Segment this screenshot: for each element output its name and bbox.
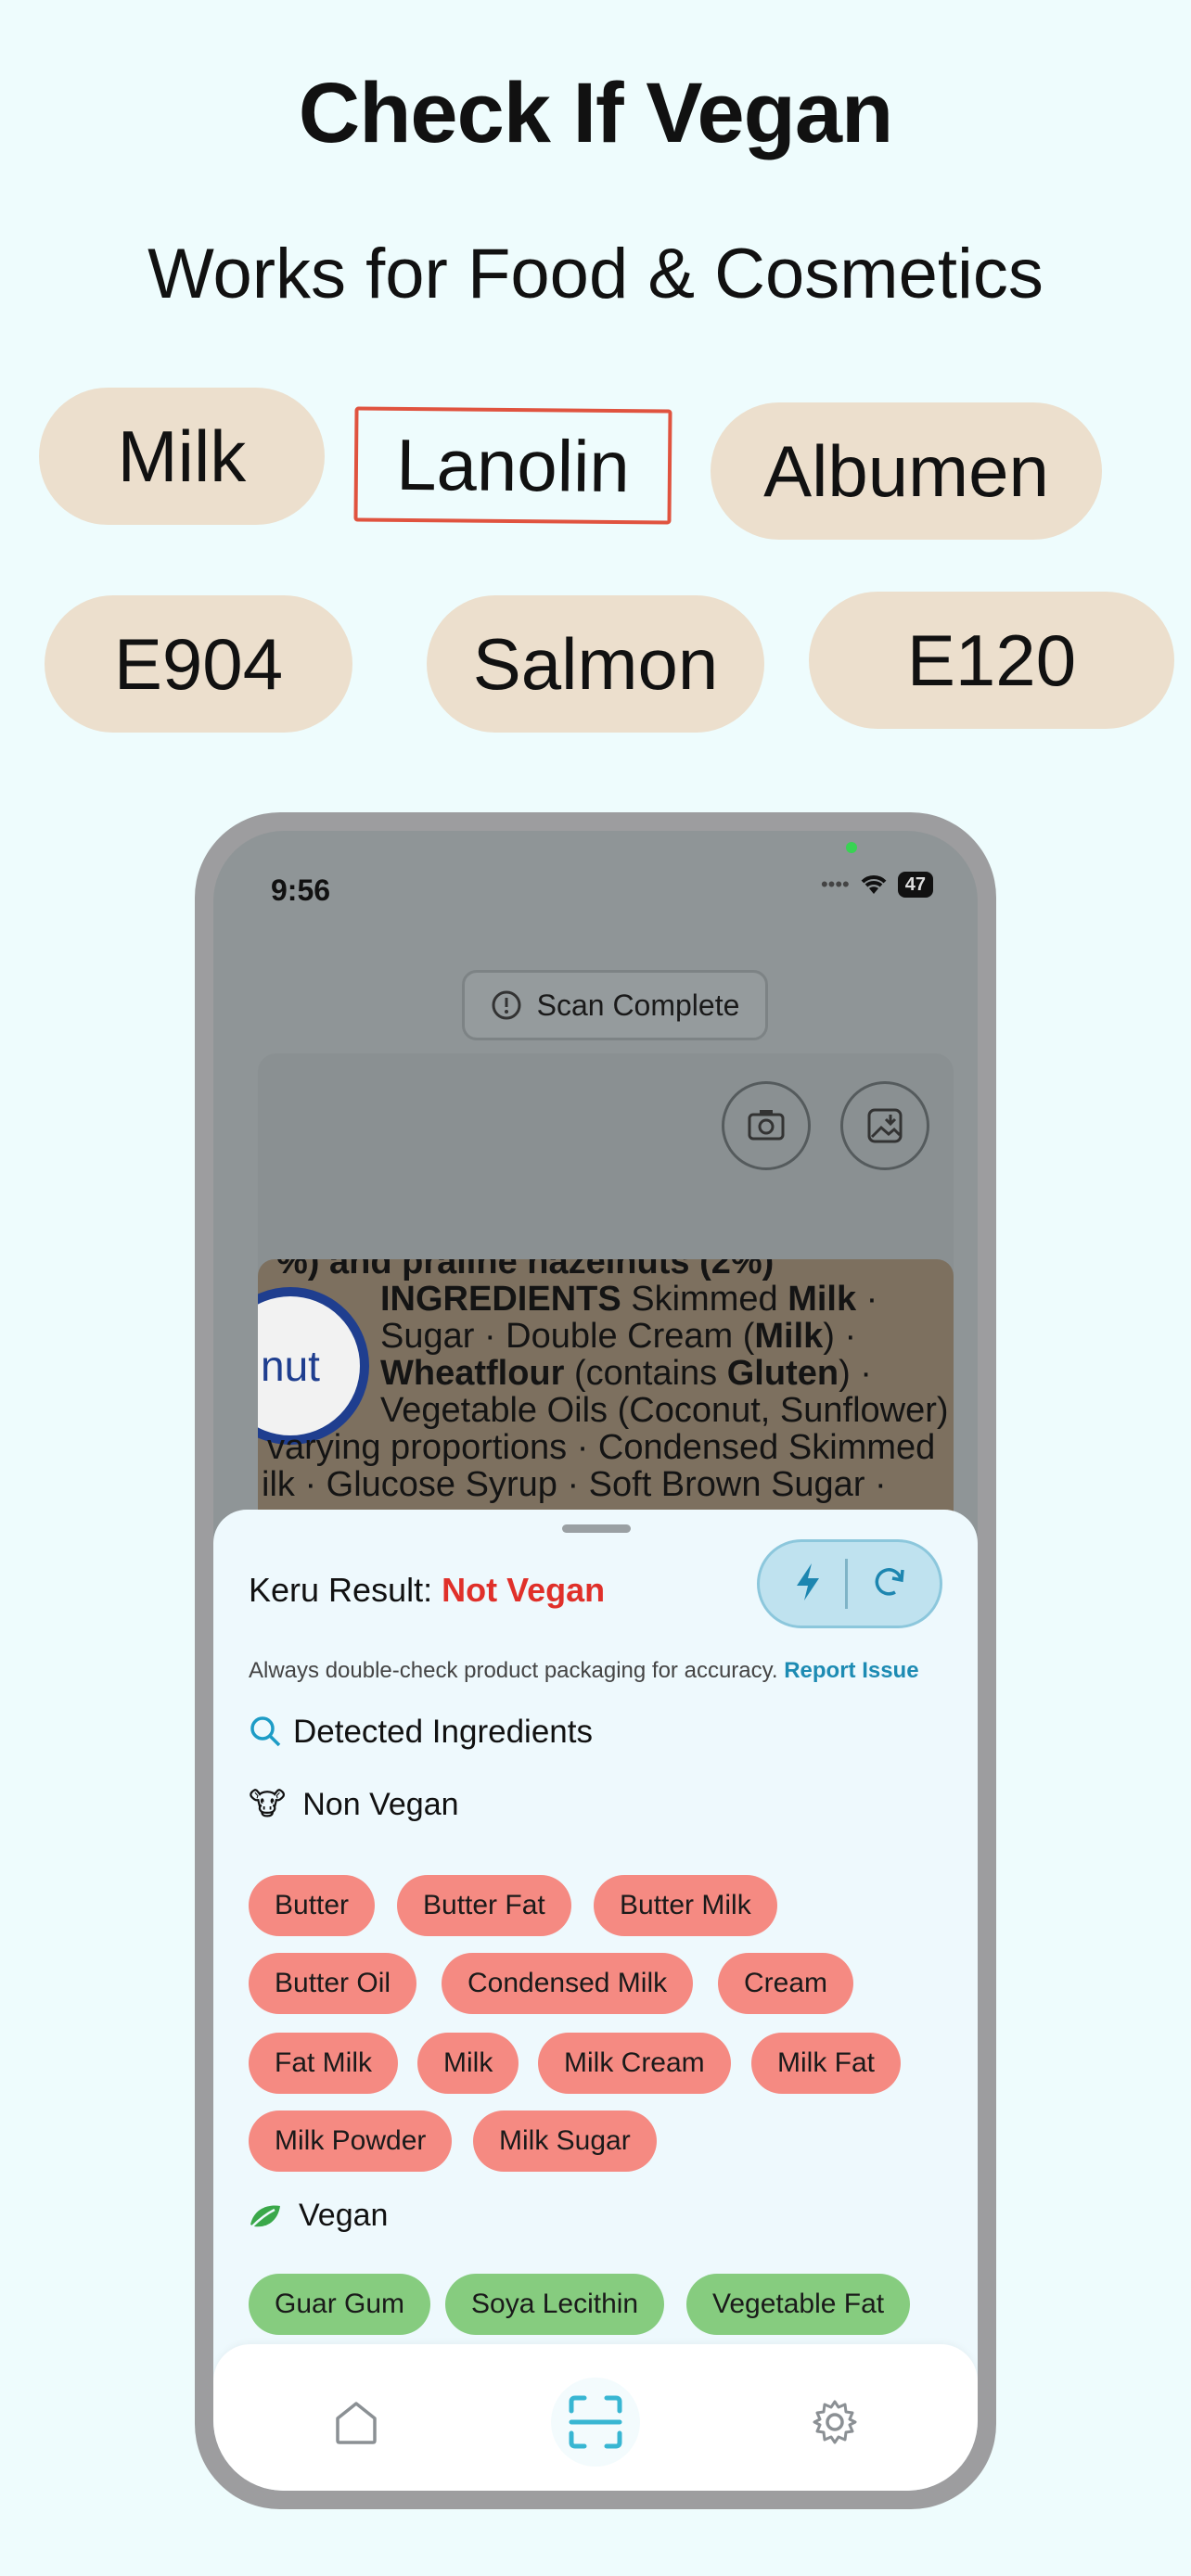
- tab-home[interactable]: [312, 2378, 401, 2467]
- info-icon: [492, 990, 521, 1020]
- refresh-button[interactable]: [867, 1561, 910, 1608]
- status-icons: •••• 47: [821, 872, 933, 898]
- status-time: 9:56: [271, 874, 331, 907]
- phone-screen: 9:56 •••• 47 Scan Complete %) and pralin…: [213, 831, 978, 2491]
- sheet-grabber[interactable]: [562, 1524, 631, 1533]
- label-line: varying proportions · Condensed Skimmed: [267, 1428, 936, 1467]
- chip-salmon: Salmon: [427, 595, 764, 733]
- subheadline: Works for Food & Cosmetics: [147, 235, 1044, 313]
- chip-albumen: Albumen: [711, 402, 1102, 540]
- result-line: Keru Result: Not Vegan: [249, 1571, 606, 1609]
- scan-status-badge: Scan Complete: [462, 970, 768, 1040]
- camera-icon: [748, 1110, 785, 1141]
- chip-lanolin: Lanolin: [353, 406, 672, 525]
- battery-indicator: 47: [897, 872, 933, 898]
- label-line: Wheatflour (contains Gluten) ·: [380, 1354, 872, 1393]
- nut-badge: nut: [258, 1287, 369, 1445]
- non-vegan-tag[interactable]: Butter: [249, 1875, 376, 1936]
- tab-settings[interactable]: [790, 2378, 879, 2467]
- cow-icon: 🐮: [249, 1787, 287, 1822]
- signal-icon: ••••: [820, 873, 850, 896]
- non-vegan-tag[interactable]: Milk Fat: [751, 2033, 901, 2094]
- non-vegan-heading: 🐮 Non Vegan: [249, 1786, 459, 1823]
- vegan-tag[interactable]: Guar Gum: [249, 2274, 431, 2335]
- non-vegan-tag[interactable]: Cream: [718, 1953, 854, 2014]
- gallery-icon: [867, 1108, 903, 1143]
- refresh-icon: [875, 1567, 904, 1596]
- scan-status-text: Scan Complete: [536, 988, 740, 1022]
- chip-milk: Milk: [39, 388, 325, 525]
- tab-bar: [213, 2344, 978, 2491]
- phone-frame: 9:56 •••• 47 Scan Complete %) and pralin…: [195, 812, 996, 2509]
- non-vegan-tag[interactable]: Milk: [417, 2033, 519, 2094]
- non-vegan-tag[interactable]: Condensed Milk: [442, 1953, 694, 2014]
- lightning-icon: [797, 1562, 820, 1600]
- chip-e120: E120: [809, 592, 1174, 729]
- leaf-icon: [250, 2205, 280, 2227]
- chip-e904: E904: [45, 595, 352, 733]
- non-vegan-tag[interactable]: Butter Oil: [249, 1953, 417, 2014]
- non-vegan-tag[interactable]: Milk Sugar: [473, 2111, 657, 2172]
- camera-button[interactable]: [722, 1081, 811, 1170]
- verdict-text: Not Vegan: [442, 1571, 606, 1609]
- camera-indicator: [846, 842, 857, 853]
- vegan-tag[interactable]: Vegetable Fat: [686, 2274, 911, 2335]
- non-vegan-tag[interactable]: Fat Milk: [249, 2033, 398, 2094]
- disclaimer: Always double-check product packaging fo…: [249, 1658, 919, 1683]
- home-icon: [336, 2402, 377, 2444]
- non-vegan-tag[interactable]: Milk Powder: [249, 2111, 453, 2172]
- detected-ingredients-heading: Detected Ingredients: [249, 1714, 593, 1751]
- non-vegan-tag[interactable]: Milk Cream: [538, 2033, 731, 2094]
- label-line: Vegetable Oils (Coconut, Sunflower): [380, 1391, 949, 1430]
- vegan-heading: Vegan: [249, 2198, 388, 2234]
- label-line: Sugar · Double Cream (Milk) ·: [380, 1317, 857, 1356]
- report-issue-link[interactable]: Report Issue: [784, 1658, 918, 1683]
- non-vegan-tag[interactable]: Butter Milk: [594, 1875, 777, 1936]
- search-icon: [250, 1716, 281, 1747]
- label-line: INGREDIENTS Skimmed Milk ·: [380, 1280, 878, 1319]
- vegan-tag[interactable]: Soya Lecithin: [445, 2274, 665, 2335]
- non-vegan-tag[interactable]: Butter Fat: [397, 1875, 571, 1936]
- divider: [845, 1559, 849, 1609]
- result-actions: [757, 1539, 942, 1628]
- label-line: ilk · Glucose Syrup · Soft Brown Sugar ·: [262, 1465, 887, 1504]
- gallery-button[interactable]: [840, 1081, 929, 1170]
- quick-scan-button[interactable]: [789, 1560, 826, 1609]
- wifi-icon: [861, 875, 887, 894]
- headline: Check If Vegan: [298, 66, 893, 160]
- tab-scan[interactable]: [551, 2378, 640, 2467]
- scan-icon: [569, 2395, 622, 2449]
- settings-icon: [813, 2400, 857, 2444]
